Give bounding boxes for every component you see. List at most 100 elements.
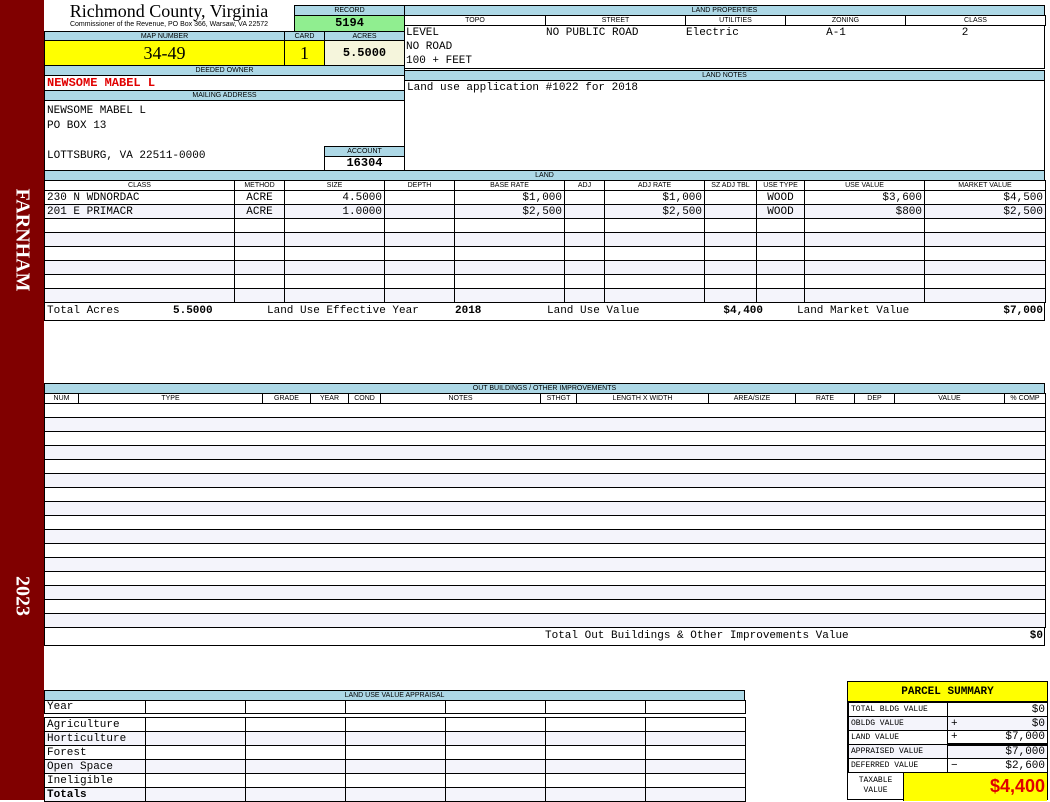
land-use-row-label: Ineligible bbox=[44, 773, 146, 788]
land-use-cell bbox=[245, 787, 346, 802]
class-header: CLASS bbox=[905, 15, 1046, 26]
land-cell bbox=[234, 232, 285, 247]
land-use-cell bbox=[545, 773, 646, 788]
land-cell: WOOD bbox=[756, 204, 805, 219]
land-header: CLASS bbox=[44, 180, 235, 191]
land-cell bbox=[454, 274, 565, 289]
outbuildings-cell bbox=[44, 613, 1046, 628]
land-use-row-label: Totals bbox=[44, 787, 146, 802]
land-cell bbox=[564, 204, 605, 219]
land-use-cell bbox=[645, 717, 746, 732]
land-cell: $1,000 bbox=[454, 190, 565, 205]
card-value: 1 bbox=[284, 40, 325, 66]
land-use-cell bbox=[245, 717, 346, 732]
land-cell bbox=[704, 246, 757, 261]
outbuildings-row bbox=[44, 501, 1046, 516]
account-value: 16304 bbox=[324, 156, 405, 171]
parcel-summary-row: OBLDG VALUE + $0 bbox=[848, 716, 1048, 731]
commissioner-address: Commissioner of the Revenue, PO Box 366,… bbox=[69, 21, 269, 28]
parcel-summary-row: LAND VALUE + $7,000 bbox=[848, 730, 1048, 745]
land-cell bbox=[924, 246, 1046, 261]
outbuildings-row bbox=[44, 571, 1046, 586]
land-use-row-label: Open Space bbox=[44, 759, 146, 774]
land-cell bbox=[804, 274, 925, 289]
land-cell bbox=[564, 232, 605, 247]
land-use-value: $4,400 bbox=[723, 305, 763, 317]
zoning-value: A-1 bbox=[826, 27, 846, 39]
land-cell bbox=[924, 288, 1046, 303]
land-cell bbox=[604, 260, 705, 275]
land-use-value-label: Land Use Value bbox=[547, 305, 640, 317]
land-cell: ACRE bbox=[234, 204, 285, 219]
outbuildings-cell bbox=[44, 585, 1046, 600]
outbuildings-header: DEP bbox=[854, 393, 895, 404]
land-cell bbox=[384, 274, 455, 289]
land-use-cell bbox=[645, 759, 746, 774]
land-cell bbox=[234, 246, 285, 261]
mailing-line-1: NEWSOME MABEL L bbox=[47, 105, 147, 117]
land-header: ADJ bbox=[564, 180, 605, 191]
district-label: FARNHAM bbox=[11, 188, 34, 292]
land-cell bbox=[924, 260, 1046, 275]
land-table: CLASS METHOD SIZE DEPTH BASE RATE ADJ ADJ RATE… bbox=[44, 180, 1046, 303]
outbuildings-row bbox=[44, 473, 1046, 488]
outbuildings-cell bbox=[44, 557, 1046, 572]
land-cell: $3,600 bbox=[804, 190, 925, 205]
land-cell bbox=[234, 274, 285, 289]
land-use-cell bbox=[445, 731, 546, 746]
outbuildings-total: Total Out Buildings & Other Improvements… bbox=[44, 627, 1045, 646]
land-use-row: Agriculture bbox=[44, 717, 746, 732]
header: Richmond County, Virginia Commissioner o… bbox=[44, 2, 294, 29]
land-cell bbox=[804, 260, 925, 275]
parcel-summary-row: APPRAISED VALUE $7,000 bbox=[848, 743, 1048, 759]
land-use-cell bbox=[445, 745, 546, 760]
land-cell bbox=[454, 218, 565, 233]
land-cell: 1.0000 bbox=[284, 204, 385, 219]
land-cell bbox=[384, 232, 455, 247]
parcel-summary-value: $0 bbox=[1031, 717, 1045, 730]
land-cell bbox=[234, 260, 285, 275]
land-cell bbox=[604, 232, 705, 247]
outbuildings-header: NOTES bbox=[380, 393, 541, 404]
total-acres-value: 5.5000 bbox=[173, 305, 213, 317]
outbuildings-row bbox=[44, 445, 1046, 460]
land-use-cell bbox=[345, 787, 446, 802]
land-cell bbox=[704, 218, 757, 233]
land-cell bbox=[756, 274, 805, 289]
land-cell bbox=[384, 218, 455, 233]
land-cell bbox=[704, 274, 757, 289]
land-cell bbox=[704, 260, 757, 275]
outbuildings-cell bbox=[44, 529, 1046, 544]
land-use-row: Forest bbox=[44, 745, 746, 760]
parcel-summary: PARCEL SUMMARY TOTAL BLDG VALUE $0 OBLDG V… bbox=[847, 681, 1048, 801]
outbuildings-header: YEAR bbox=[310, 393, 349, 404]
parcel-summary-label: LAND VALUE bbox=[848, 730, 948, 745]
land-cell bbox=[564, 218, 605, 233]
land-use-cell bbox=[145, 731, 246, 746]
land-cell bbox=[284, 246, 385, 261]
parcel-summary-label: APPRAISED VALUE bbox=[848, 744, 948, 759]
parcel-summary-value-cell: + $7,000 bbox=[947, 730, 1048, 745]
outbuildings-cell bbox=[44, 543, 1046, 558]
land-cell bbox=[454, 232, 565, 247]
land-use-row-label: Year bbox=[44, 700, 146, 714]
land-use-row: Horticulture bbox=[44, 731, 746, 746]
parcel-summary-sign: + bbox=[951, 731, 958, 744]
land-use-row: Ineligible bbox=[44, 773, 746, 788]
land-cell bbox=[234, 288, 285, 303]
land-cell bbox=[756, 232, 805, 247]
land-use-cell bbox=[345, 759, 446, 774]
land-cell bbox=[284, 274, 385, 289]
land-cell bbox=[564, 190, 605, 205]
outbuildings-header: LENGTH X WIDTH bbox=[576, 393, 709, 404]
land-cell: ACRE bbox=[234, 190, 285, 205]
land-cell bbox=[804, 218, 925, 233]
land-use-cell bbox=[645, 745, 746, 760]
land-cell bbox=[44, 260, 235, 275]
land-use-cell bbox=[545, 745, 646, 760]
land-row bbox=[44, 232, 1046, 247]
outbuildings-row bbox=[44, 557, 1046, 572]
parcel-summary-value-cell: + $0 bbox=[947, 716, 1048, 731]
street-value: NO PUBLIC ROAD bbox=[546, 27, 639, 39]
land-market-value-label: Land Market Value bbox=[797, 305, 910, 317]
